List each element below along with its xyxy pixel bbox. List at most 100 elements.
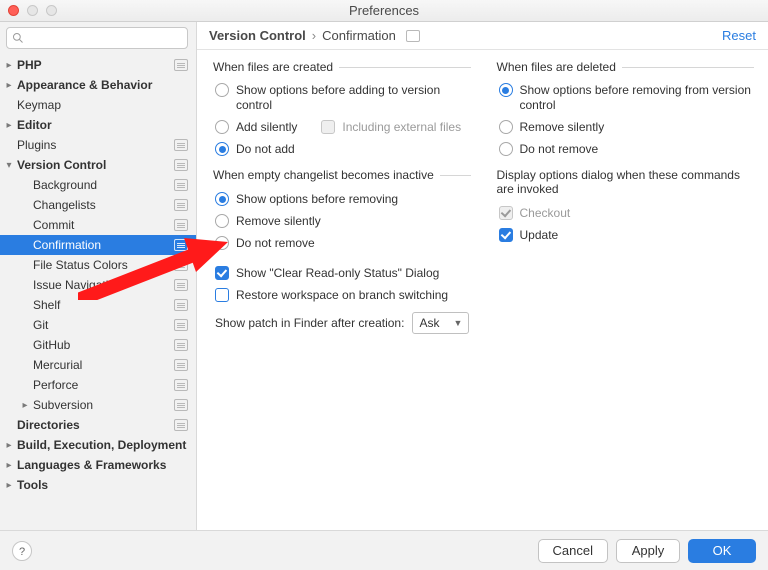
radio-icon <box>215 192 229 206</box>
chevron-down-icon: ▾ <box>4 160 14 171</box>
check-restore-workspace[interactable]: Restore workspace on branch switching <box>211 284 471 306</box>
radio-icon <box>215 214 229 228</box>
main-panel: Version Control › Confirmation Reset Whe… <box>197 22 768 530</box>
patch-label: Show patch in Finder after creation: <box>215 316 404 330</box>
reset-link[interactable]: Reset <box>722 28 756 43</box>
check-clear-readonly[interactable]: Show "Clear Read-only Status" Dialog <box>211 262 471 284</box>
project-scope-icon <box>174 259 188 271</box>
project-scope-icon <box>174 199 188 211</box>
sidebar-item-git[interactable]: Git <box>0 315 196 335</box>
radio-deleted-silent[interactable]: Remove silently <box>495 116 755 138</box>
chevron-right-icon: ▸ <box>20 400 30 411</box>
radio-deleted-donot[interactable]: Do not remove <box>495 138 755 160</box>
sidebar-item-appearance-behavior[interactable]: ▸Appearance & Behavior <box>0 75 196 95</box>
sidebar-item-label: Subversion <box>33 398 174 412</box>
sidebar-item-label: Changelists <box>33 198 174 212</box>
sidebar-item-keymap[interactable]: Keymap <box>0 95 196 115</box>
sidebar-item-file-status-colors[interactable]: File Status Colors <box>0 255 196 275</box>
radio-icon <box>215 120 229 134</box>
group-display-dialog: Display options dialog when these comman… <box>495 168 755 246</box>
check-update[interactable]: Update <box>495 224 755 246</box>
sidebar-item-label: Appearance & Behavior <box>17 78 188 92</box>
sidebar-item-version-control[interactable]: ▾Version Control <box>0 155 196 175</box>
radio-created-show[interactable]: Show options before adding to version co… <box>211 80 471 116</box>
ok-button[interactable]: OK <box>688 539 756 563</box>
radio-icon <box>499 142 513 156</box>
checkbox-icon <box>499 228 513 242</box>
sidebar-item-build-execution-deployment[interactable]: ▸Build, Execution, Deployment <box>0 435 196 455</box>
sidebar-item-editor[interactable]: ▸Editor <box>0 115 196 135</box>
help-button[interactable]: ? <box>12 541 32 561</box>
radio-created-donot[interactable]: Do not add <box>211 138 471 160</box>
sidebar-item-label: Keymap <box>17 98 188 112</box>
question-icon: ? <box>17 545 27 557</box>
sidebar-item-label: Perforce <box>33 378 174 392</box>
sidebar-item-issue-navigation[interactable]: Issue Navigation <box>0 275 196 295</box>
radio-icon <box>215 142 229 156</box>
sidebar-item-perforce[interactable]: Perforce <box>0 375 196 395</box>
group-legend: When files are created <box>211 60 339 74</box>
project-scope-icon <box>174 159 188 171</box>
sidebar-item-label: Commit <box>33 218 174 232</box>
sidebar-item-plugins[interactable]: Plugins <box>0 135 196 155</box>
search-input[interactable] <box>6 27 188 49</box>
chevron-right-icon: ▸ <box>4 120 14 131</box>
chevron-right-icon: ▸ <box>4 480 14 491</box>
radio-deleted-show[interactable]: Show options before removing from versio… <box>495 80 755 116</box>
sidebar-item-label: File Status Colors <box>33 258 174 272</box>
sidebar-item-label: Editor <box>17 118 188 132</box>
group-changelist-inactive: When empty changelist becomes inactive S… <box>211 168 471 254</box>
cancel-button[interactable]: Cancel <box>538 539 608 563</box>
sidebar-item-label: Version Control <box>17 158 174 172</box>
sidebar-item-languages-frameworks[interactable]: ▸Languages & Frameworks <box>0 455 196 475</box>
sidebar-item-label: Background <box>33 178 174 192</box>
project-scope-icon <box>174 399 188 411</box>
sidebar-item-tools[interactable]: ▸Tools <box>0 475 196 495</box>
project-scope-icon <box>174 299 188 311</box>
group-legend: When empty changelist becomes inactive <box>211 168 440 182</box>
checkbox-icon <box>321 120 335 134</box>
sidebar-item-php[interactable]: ▸PHP <box>0 55 196 75</box>
window-title: Preferences <box>0 3 768 18</box>
sidebar-item-label: Plugins <box>17 138 174 152</box>
breadcrumb: Version Control › Confirmation Reset <box>197 22 768 50</box>
breadcrumb-leaf: Confirmation <box>322 28 396 43</box>
checkbox-icon <box>215 266 229 280</box>
chevron-right-icon: › <box>312 28 316 43</box>
checkbox-icon <box>215 288 229 302</box>
sidebar-item-github[interactable]: GitHub <box>0 335 196 355</box>
sidebar-item-label: Tools <box>17 478 188 492</box>
radio-icon <box>499 120 513 134</box>
sidebar-item-directories[interactable]: Directories <box>0 415 196 435</box>
project-scope-icon <box>174 59 188 71</box>
titlebar: Preferences <box>0 0 768 22</box>
sidebar-item-confirmation[interactable]: Confirmation <box>0 235 196 255</box>
group-legend: When files are deleted <box>495 60 622 74</box>
sidebar-item-changelists[interactable]: Changelists <box>0 195 196 215</box>
settings-tree[interactable]: ▸PHP▸Appearance & BehaviorKeymap▸EditorP… <box>0 54 196 530</box>
sidebar-item-label: GitHub <box>33 338 174 352</box>
patch-select[interactable]: Ask ▼ <box>412 312 469 334</box>
radio-icon <box>215 83 229 97</box>
radio-inactive-donot[interactable]: Do not remove <box>211 232 471 254</box>
sidebar-item-label: Build, Execution, Deployment <box>17 438 188 452</box>
sidebar-item-label: Issue Navigation <box>33 278 174 292</box>
sidebar-item-background[interactable]: Background <box>0 175 196 195</box>
radio-inactive-show[interactable]: Show options before removing <box>211 188 471 210</box>
sidebar-item-mercurial[interactable]: Mercurial <box>0 355 196 375</box>
apply-button[interactable]: Apply <box>616 539 680 563</box>
project-scope-icon <box>406 30 420 42</box>
radio-inactive-silent[interactable]: Remove silently <box>211 210 471 232</box>
sidebar-item-subversion[interactable]: ▸Subversion <box>0 395 196 415</box>
sidebar-item-commit[interactable]: Commit <box>0 215 196 235</box>
sidebar-item-label: Languages & Frameworks <box>17 458 188 472</box>
breadcrumb-root[interactable]: Version Control <box>209 28 306 43</box>
select-value: Ask <box>419 316 439 330</box>
project-scope-icon <box>174 179 188 191</box>
radio-created-silent[interactable]: Add silently <box>211 116 297 138</box>
footer: ? Cancel Apply OK <box>0 530 768 570</box>
sidebar-item-shelf[interactable]: Shelf <box>0 295 196 315</box>
project-scope-icon <box>174 239 188 251</box>
project-scope-icon <box>174 319 188 331</box>
sidebar-item-label: Directories <box>17 418 174 432</box>
